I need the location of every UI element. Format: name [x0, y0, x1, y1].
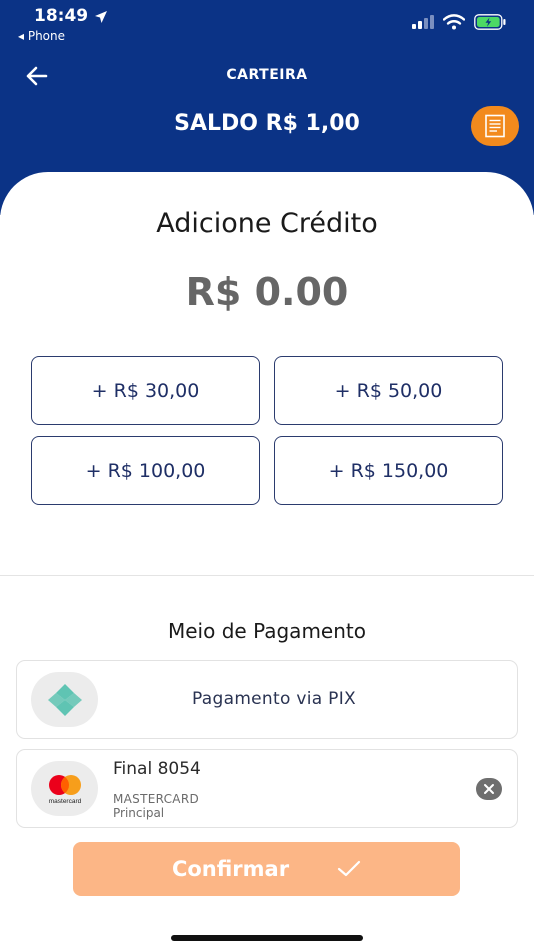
card-brand: MASTERCARD [113, 792, 199, 806]
credit-option-30[interactable]: + R$ 30,00 [31, 356, 260, 425]
pix-payment-option[interactable]: Pagamento via PIX [16, 660, 518, 739]
credit-option-150[interactable]: + R$ 150,00 [274, 436, 503, 505]
mastercard-logo-badge: mastercard [31, 761, 98, 816]
section-divider [0, 575, 534, 576]
confirm-label: Confirmar [171, 857, 290, 881]
status-time: 18:49 [34, 6, 89, 26]
card-payment-option[interactable]: mastercard Final 8054 MASTERCARD Princip… [16, 749, 518, 828]
receipt-icon [485, 114, 505, 138]
credit-amount: R$ 0.00 [185, 270, 349, 314]
signal-icon [412, 15, 434, 29]
pix-logo-badge [31, 672, 98, 727]
card-final-digits: Final 8054 [113, 759, 201, 779]
status-icons [412, 14, 506, 30]
mastercard-logo-text: mastercard [48, 798, 81, 805]
location-arrow-icon [95, 11, 107, 23]
mastercard-icon: mastercard [48, 774, 81, 805]
page-title: CARTEIRA [226, 67, 308, 83]
status-back-link[interactable]: ◂ Phone [18, 29, 65, 43]
pix-label: Pagamento via PIX [192, 689, 356, 709]
pix-icon [47, 683, 82, 716]
battery-icon [474, 14, 506, 30]
card-primary-tag: Principal [113, 806, 165, 820]
add-credit-title: Adicione Crédito [156, 208, 378, 239]
home-indicator [171, 935, 363, 941]
checkmark-icon [337, 860, 361, 877]
confirm-button[interactable]: Confirmar [73, 842, 460, 896]
receipt-button[interactable] [471, 106, 519, 146]
credit-option-100[interactable]: + R$ 100,00 [31, 436, 260, 505]
wifi-icon [443, 14, 465, 30]
payment-method-title: Meio de Pagamento [168, 619, 366, 643]
balance-label: SALDO R$ 1,00 [174, 111, 360, 136]
credit-option-50[interactable]: + R$ 50,00 [274, 356, 503, 425]
remove-card-button[interactable] [476, 778, 502, 800]
close-icon [484, 784, 494, 794]
